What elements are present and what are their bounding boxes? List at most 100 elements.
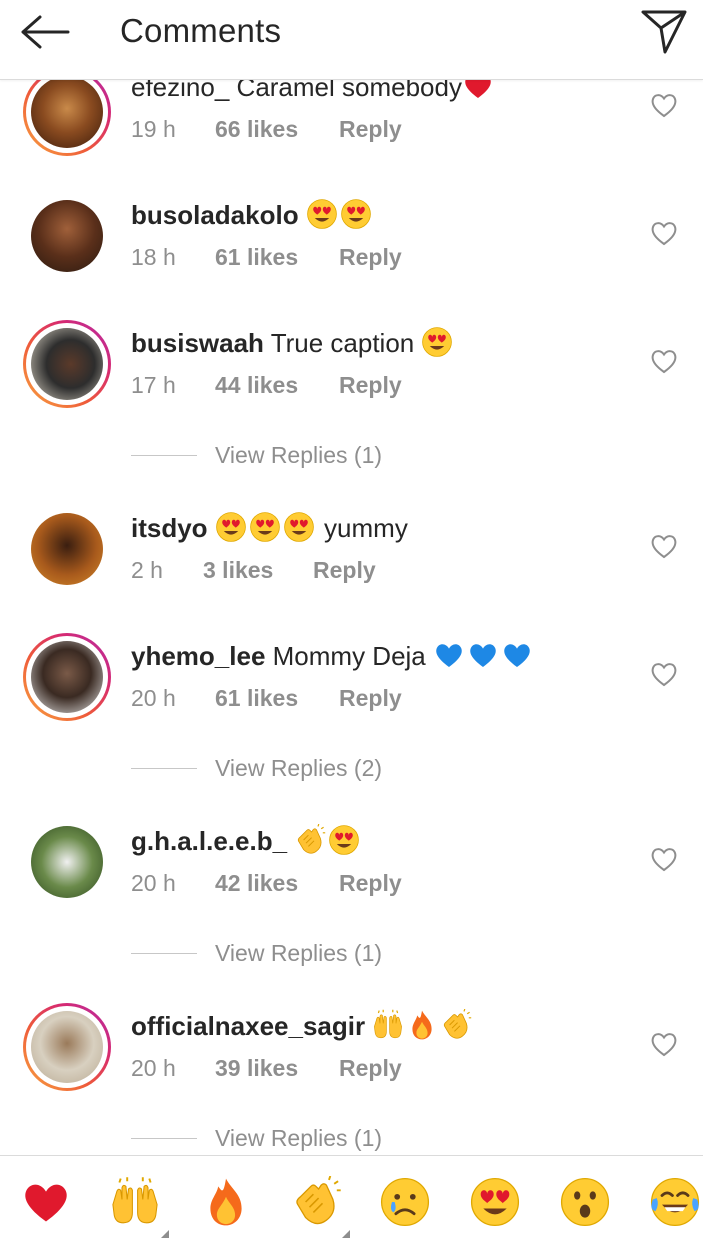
likes-count[interactable]: 42 likes: [215, 870, 339, 897]
emoji-heart-eyes-icon[interactable]: [467, 1176, 523, 1232]
avatar[interactable]: [23, 818, 111, 906]
comment-time: 17 h: [131, 372, 176, 398]
comment-time: 20 h: [131, 1055, 176, 1081]
avatar[interactable]: [23, 505, 111, 593]
reply-button[interactable]: Reply: [339, 1055, 402, 1082]
like-heart-icon[interactable]: [650, 1031, 678, 1057]
avatar[interactable]: [23, 320, 111, 408]
top-app-bar: Comments: [0, 0, 703, 80]
avatar[interactable]: [23, 633, 111, 721]
like-heart-icon[interactable]: [650, 348, 678, 374]
comment-item: officialnaxee_sagir 20 h 39 likes Reply …: [0, 997, 703, 1151]
tears-of-joy-icon: [649, 1176, 701, 1233]
emoji-raising-hands-icon[interactable]: [107, 1176, 169, 1238]
likes-count[interactable]: 66 likes: [215, 116, 339, 143]
emoji-group: [372, 1008, 474, 1041]
likes-count[interactable]: 44 likes: [215, 372, 339, 399]
emoji-group: [421, 327, 455, 358]
emoji-clapping-hands-icon[interactable]: [288, 1175, 350, 1238]
page-title: Comments: [120, 12, 282, 49]
emoji-red-heart-icon[interactable]: [18, 1176, 74, 1232]
heart-eyes-emoji-icon: [283, 511, 315, 550]
comment-meta: 19 h 66 likes Reply: [131, 116, 402, 143]
like-heart-icon[interactable]: [650, 846, 678, 872]
heart-eyes-icon: [469, 1176, 521, 1233]
username[interactable]: yhemo_lee: [131, 641, 265, 671]
clapping-hands-emoji-icon: [294, 823, 326, 863]
blue-heart-emoji-icon: [501, 639, 533, 678]
username[interactable]: itsdyo: [131, 513, 208, 543]
view-replies-button[interactable]: View Replies (1): [131, 442, 382, 469]
blue-heart-emoji-icon: [433, 639, 465, 678]
view-replies-button[interactable]: View Replies (2): [131, 755, 382, 782]
like-heart-icon[interactable]: [650, 92, 678, 118]
avatar[interactable]: [23, 1003, 111, 1091]
emoji-group: [433, 641, 535, 671]
like-heart-icon[interactable]: [650, 533, 678, 559]
direct-send-icon[interactable]: [639, 8, 689, 56]
reply-button[interactable]: Reply: [339, 870, 402, 897]
reply-button[interactable]: Reply: [339, 685, 402, 712]
comment-meta: 20 h 61 likes Reply: [131, 685, 402, 712]
comment-time: 2 h: [131, 557, 163, 583]
red-heart-icon: [20, 1176, 72, 1233]
divider: [131, 455, 197, 456]
heart-eyes-emoji-icon: [249, 511, 281, 550]
likes-count[interactable]: 3 likes: [203, 557, 313, 584]
emoji-tears-of-joy-icon[interactable]: [647, 1176, 703, 1232]
avatar[interactable]: [23, 68, 111, 156]
comment-meta: 20 h 39 likes Reply: [131, 1055, 402, 1082]
username[interactable]: busoladakolo: [131, 200, 299, 230]
avatar[interactable]: [23, 192, 111, 280]
comment-meta: 2 h 3 likes Reply: [131, 557, 376, 584]
emoji-group: [294, 823, 362, 856]
comment-item: itsdyo yummy 2 h 3 likes Reply: [0, 499, 703, 619]
comment-text: busoladakolo: [131, 198, 374, 237]
emoji-crying-face-icon[interactable]: [377, 1176, 433, 1232]
back-arrow-icon[interactable]: [18, 12, 78, 52]
reply-button[interactable]: Reply: [339, 244, 402, 271]
heart-eyes-emoji-icon: [340, 198, 372, 237]
comment-time: 19 h: [131, 116, 176, 142]
comment-item: busiswaah True caption 17 h 44 likes Rep…: [0, 314, 703, 468]
clapping-hands-icon: [290, 1175, 342, 1233]
view-replies-button[interactable]: View Replies (1): [131, 940, 382, 967]
emoji-fire-icon[interactable]: [198, 1176, 254, 1232]
likes-count[interactable]: 61 likes: [215, 685, 339, 712]
comment-text: g.h.a.l.e.e.b_: [131, 823, 362, 863]
surprised-face-icon: [559, 1176, 611, 1233]
username[interactable]: g.h.a.l.e.e.b_: [131, 826, 287, 856]
heart-eyes-emoji-icon: [215, 511, 247, 550]
likes-count[interactable]: 39 likes: [215, 1055, 339, 1082]
crying-face-icon: [379, 1176, 431, 1233]
comment-text: officialnaxee_sagir: [131, 1008, 474, 1048]
emoji-group: [306, 199, 374, 230]
comment-text: yhemo_lee Mommy Deja: [131, 639, 535, 678]
emoji-group: [215, 512, 317, 543]
username[interactable]: officialnaxee_sagir: [131, 1011, 365, 1041]
reply-button[interactable]: Reply: [339, 116, 402, 143]
comment-meta: 18 h 61 likes Reply: [131, 244, 402, 271]
comment-list[interactable]: efezino_ Caramel somebody 19 h 66 likes …: [0, 0, 703, 1155]
comment-text: busiswaah True caption: [131, 326, 455, 365]
like-heart-icon[interactable]: [650, 661, 678, 687]
fire-emoji-icon: [406, 1009, 438, 1048]
comment-text: itsdyo yummy: [131, 511, 408, 550]
reply-button[interactable]: Reply: [339, 372, 402, 399]
reply-button[interactable]: Reply: [313, 557, 376, 584]
quick-emoji-bar: [0, 1155, 703, 1238]
emoji-surprised-face-icon[interactable]: [557, 1176, 613, 1232]
likes-count[interactable]: 61 likes: [215, 244, 339, 271]
comment-meta: 17 h 44 likes Reply: [131, 372, 402, 399]
heart-eyes-emoji-icon: [306, 198, 338, 237]
comment-time: 18 h: [131, 244, 176, 270]
raising-hands-emoji-icon: [372, 1009, 404, 1048]
comment-item: busoladakolo 18 h 61 likes Reply: [0, 186, 703, 306]
like-heart-icon[interactable]: [650, 220, 678, 246]
divider: [131, 953, 197, 954]
username[interactable]: busiswaah: [131, 328, 264, 358]
raising-hands-icon: [109, 1176, 161, 1233]
comment-time: 20 h: [131, 870, 176, 896]
view-replies-button[interactable]: View Replies (1): [131, 1125, 382, 1152]
fire-icon: [200, 1176, 252, 1233]
